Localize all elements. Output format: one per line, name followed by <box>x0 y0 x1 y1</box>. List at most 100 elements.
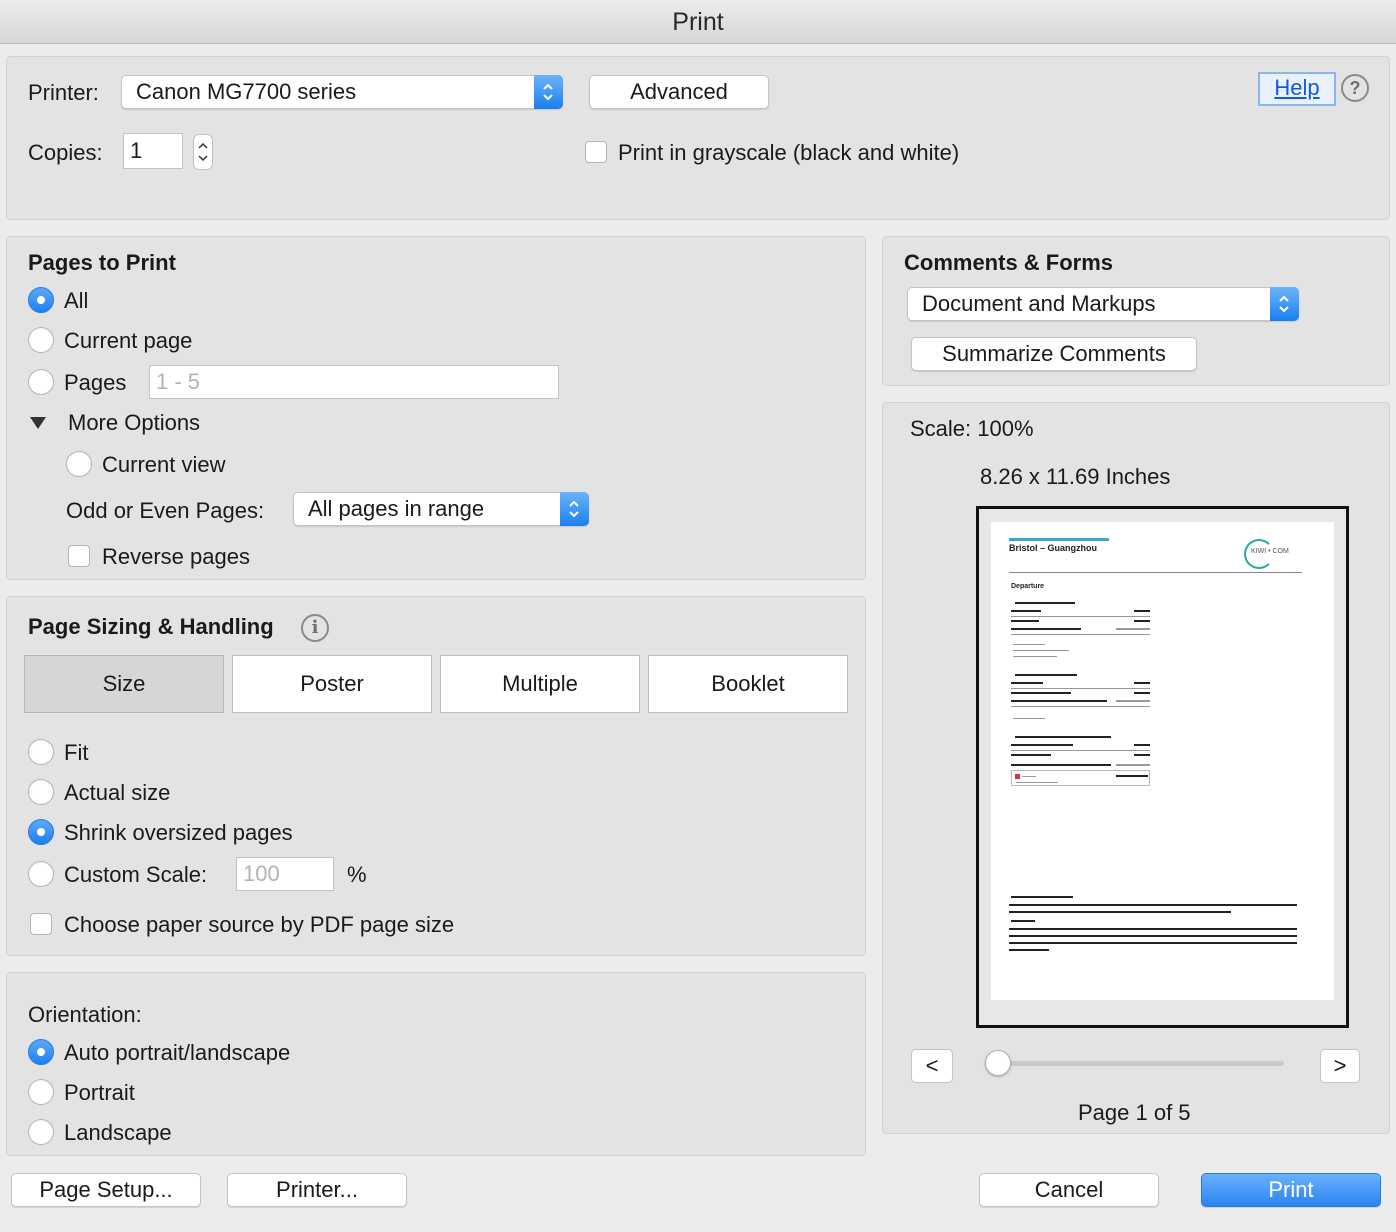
disclosure-triangle-icon[interactable] <box>30 417 46 429</box>
pages-current-radio[interactable] <box>28 327 54 353</box>
preview-text-line <box>1134 610 1150 612</box>
window-title-bar: Print <box>0 0 1396 44</box>
copies-label: Copies: <box>28 140 103 165</box>
pages-range-radio[interactable] <box>28 369 54 395</box>
preview-text-line <box>1009 911 1231 913</box>
paper-source-label: Choose paper source by PDF page size <box>64 912 455 937</box>
printer-button[interactable]: Printer... <box>227 1173 407 1207</box>
preview-doc-header-line <box>1009 538 1109 541</box>
page-preview: Bristol – Guangzhou KIWI • COM Departure <box>976 506 1349 1028</box>
orientation-heading: Orientation: <box>28 1002 142 1027</box>
portrait-radio[interactable] <box>28 1079 54 1105</box>
preview-text-line <box>1011 610 1041 612</box>
fit-radio[interactable] <box>28 739 54 765</box>
preview-text-line <box>1011 750 1150 751</box>
preview-text-line <box>1134 754 1150 756</box>
more-options-label[interactable]: More Options <box>68 410 200 436</box>
preview-doc-logo: KIWI • COM <box>1251 548 1289 555</box>
tab-poster[interactable]: Poster <box>232 655 432 713</box>
current-view-radio[interactable] <box>66 451 92 477</box>
help-question-icon[interactable]: ? <box>1341 74 1369 102</box>
fit-label: Fit <box>64 740 89 765</box>
auto-orientation-radio[interactable] <box>28 1039 54 1065</box>
preview-text-line <box>1011 764 1111 766</box>
custom-scale-radio[interactable] <box>28 861 54 887</box>
preview-text-line <box>1134 620 1150 622</box>
paper-source-checkbox[interactable] <box>30 913 52 935</box>
window-title: Print <box>672 8 724 36</box>
page-slider-knob[interactable] <box>985 1050 1011 1076</box>
preview-text-line <box>1009 904 1297 906</box>
preview-text-line <box>1015 736 1111 738</box>
pages-all-label: All <box>64 288 89 313</box>
cancel-button[interactable]: Cancel <box>979 1173 1159 1207</box>
preview-text-line <box>1134 682 1150 684</box>
grayscale-label: Print in grayscale (black and white) <box>618 140 960 165</box>
advanced-button[interactable]: Advanced <box>589 75 769 109</box>
reverse-pages-label: Reverse pages <box>102 544 250 569</box>
preview-text-line <box>1011 692 1071 694</box>
info-icon[interactable]: i <box>301 614 329 642</box>
preview-text-line <box>1013 650 1069 651</box>
portrait-label: Portrait <box>64 1080 135 1105</box>
preview-text-line <box>1016 782 1058 783</box>
pages-range-label: Pages <box>64 370 127 395</box>
landscape-label: Landscape <box>64 1120 172 1145</box>
custom-scale-label: Custom Scale: <box>64 862 208 887</box>
tab-size[interactable]: Size <box>24 655 224 713</box>
popup-chevrons-icon <box>560 492 589 526</box>
printer-selected-value: Canon MG7700 series <box>136 79 357 104</box>
stepper-arrows-icon <box>198 142 208 162</box>
preview-text-line <box>1011 620 1039 622</box>
help-link[interactable]: Help <box>1258 72 1336 106</box>
comments-forms-select[interactable]: Document and Markups <box>907 287 1299 321</box>
odd-even-selected-value: All pages in range <box>308 496 485 521</box>
page-sizing-heading: Page Sizing & Handling <box>28 614 274 639</box>
preview-text-line <box>1009 935 1297 937</box>
popup-chevrons-icon <box>534 75 563 109</box>
odd-even-label: Odd or Even Pages: <box>66 498 265 523</box>
custom-scale-field[interactable]: 100 <box>236 857 334 891</box>
pages-all-radio[interactable] <box>28 287 54 313</box>
preview-text-line <box>1134 692 1150 694</box>
popup-chevrons-icon <box>1270 287 1299 321</box>
preview-text-line <box>1011 744 1073 746</box>
preview-text-line <box>1022 776 1036 777</box>
reverse-pages-checkbox[interactable] <box>68 545 90 567</box>
print-button[interactable]: Print <box>1201 1173 1381 1207</box>
page-slider-track[interactable] <box>990 1061 1284 1066</box>
page-sizing-panel <box>6 596 866 956</box>
preview-text-line <box>1011 754 1051 756</box>
preview-text-line <box>1009 942 1297 944</box>
landscape-radio[interactable] <box>28 1119 54 1145</box>
shrink-oversized-radio[interactable] <box>28 819 54 845</box>
warning-icon <box>1015 774 1020 779</box>
current-view-label: Current view <box>102 452 226 477</box>
preview-text-line <box>1015 674 1077 676</box>
preview-text-line <box>1011 634 1150 635</box>
pages-to-print-panel <box>6 236 866 580</box>
preview-text-line <box>1116 700 1150 702</box>
pages-range-field[interactable]: 1 - 5 <box>149 365 559 399</box>
preview-text-line <box>1013 718 1045 719</box>
grayscale-checkbox[interactable] <box>585 141 607 163</box>
page-setup-button[interactable]: Page Setup... <box>11 1173 201 1207</box>
preview-text-line <box>1011 616 1150 617</box>
previous-page-button[interactable]: < <box>911 1049 953 1083</box>
preview-text-line <box>1013 644 1045 645</box>
actual-size-radio[interactable] <box>28 779 54 805</box>
odd-even-select[interactable]: All pages in range <box>293 492 589 526</box>
copies-stepper[interactable] <box>193 134 213 170</box>
copies-field[interactable]: 1 <box>123 133 183 169</box>
tab-multiple[interactable]: Multiple <box>440 655 640 713</box>
next-page-button[interactable]: > <box>1320 1049 1360 1083</box>
pages-to-print-heading: Pages to Print <box>28 250 176 275</box>
preview-header-rule <box>1009 572 1302 573</box>
preview-warning-box <box>1011 770 1150 786</box>
printer-select[interactable]: Canon MG7700 series <box>121 75 563 109</box>
tab-booklet[interactable]: Booklet <box>648 655 848 713</box>
summarize-comments-button[interactable]: Summarize Comments <box>911 337 1197 371</box>
preview-text-line <box>1011 628 1081 630</box>
preview-text-line <box>1011 920 1035 922</box>
preview-text-line <box>1011 682 1043 684</box>
